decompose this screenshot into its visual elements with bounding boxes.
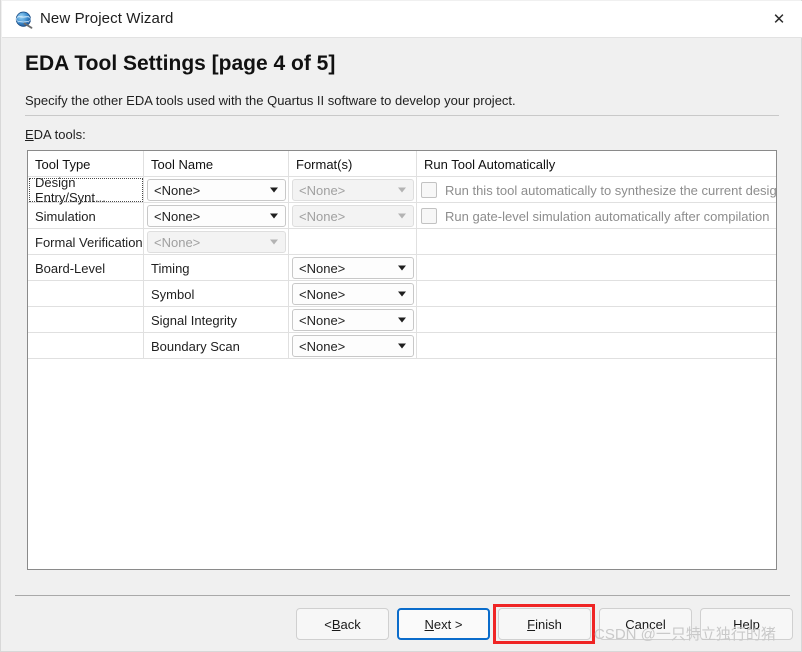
- table-row: Simulation <None> <None> Run gate-level sim…: [28, 203, 776, 229]
- chevron-down-icon: [398, 213, 406, 219]
- chevron-down-icon: [398, 291, 406, 297]
- title-bar: New Project Wizard ✕: [2, 1, 802, 38]
- chevron-down-icon: [270, 239, 278, 245]
- run-tool-automatically-label: Run gate-level simulation automatically …: [445, 208, 770, 224]
- tool-name-dropdown[interactable]: <None>: [147, 205, 286, 227]
- window-title: New Project Wizard: [40, 10, 174, 27]
- format-dropdown-value: <None>: [299, 286, 346, 302]
- cancel-button-label: Cancel: [625, 616, 666, 632]
- table-row: Boundary Scan <None>: [28, 333, 776, 359]
- page-description: Specify the other EDA tools used with th…: [25, 93, 516, 108]
- close-icon[interactable]: ✕: [756, 1, 802, 37]
- format-dropdown-value: <None>: [299, 182, 346, 198]
- next-button[interactable]: Next >: [397, 608, 490, 640]
- run-tool-automatically-checkbox-row: Run gate-level simulation automatically …: [421, 203, 769, 229]
- tool-name-dropdown-value: <None>: [154, 234, 201, 250]
- column-header-2: Tool Name: [144, 151, 289, 177]
- new-project-wizard-dialog: New Project Wizard ✕ EDA Tool Settings […: [0, 0, 802, 652]
- column-header-1: Tool Type: [28, 151, 144, 177]
- cell-tool-type[interactable]: Board-Level: [28, 255, 144, 281]
- back-button-label-mnemonic: B: [331, 616, 341, 632]
- column-header-3: Format(s): [289, 151, 417, 177]
- cell-tool-type[interactable]: Design Entry/Synt...: [28, 175, 144, 205]
- cell-tool-name[interactable]: Signal Integrity: [144, 307, 289, 333]
- format-dropdown[interactable]: <None>: [292, 257, 414, 279]
- tool-name-dropdown[interactable]: <None>: [147, 179, 286, 201]
- checkbox-icon: [421, 208, 437, 224]
- cell-tool-type[interactable]: [28, 307, 144, 333]
- run-tool-automatically-checkbox-row: Run this tool automatically to synthesiz…: [421, 177, 777, 203]
- next-button-label-mnemonic: N: [424, 616, 434, 632]
- table-row: Formal Verification <None>: [28, 229, 776, 255]
- eda-tools-label-rest: DA tools:: [33, 127, 86, 142]
- table-row: Board-Level Timing <None>: [28, 255, 776, 281]
- format-dropdown-value: <None>: [299, 208, 346, 224]
- finish-button-label-post: inish: [535, 616, 562, 632]
- chevron-down-icon: [398, 187, 406, 193]
- format-dropdown-value: <None>: [299, 338, 346, 354]
- table-row: Design Entry/Synt... <None> <None> Run this…: [28, 175, 777, 205]
- table-row: Signal Integrity <None>: [28, 307, 776, 333]
- chevron-down-icon: [398, 343, 406, 349]
- table-row: Symbol <None>: [28, 281, 776, 307]
- format-dropdown[interactable]: <None>: [292, 283, 414, 305]
- cancel-button[interactable]: Cancel: [599, 608, 692, 640]
- header-divider: [25, 115, 779, 116]
- chevron-down-icon: [270, 213, 278, 219]
- format-dropdown: <None>: [292, 205, 414, 227]
- tool-name-dropdown-value: <None>: [154, 182, 201, 198]
- chevron-down-icon: [398, 317, 406, 323]
- tool-name-dropdown: <None>: [147, 231, 286, 253]
- eda-tools-label-mnemonic: E: [25, 127, 34, 142]
- column-header-4: Run Tool Automatically: [424, 156, 556, 172]
- finish-button-label-mnemonic: F: [527, 616, 536, 632]
- chevron-down-icon: [270, 187, 278, 193]
- back-button-label-post: ack: [340, 616, 361, 632]
- format-dropdown[interactable]: <None>: [292, 335, 414, 357]
- help-button[interactable]: Help: [700, 608, 793, 640]
- cell-tool-type[interactable]: Simulation: [28, 203, 144, 229]
- cell-tool-name[interactable]: Boundary Scan: [144, 333, 289, 359]
- run-tool-automatically-label: Run this tool automatically to synthesiz…: [445, 182, 777, 198]
- page-title: EDA Tool Settings [page 4 of 5]: [25, 52, 336, 75]
- checkbox-icon: [421, 182, 437, 198]
- table-header-row: Tool Type Tool Name Format(s) Run Tool Auto…: [28, 151, 776, 177]
- cell-tool-type[interactable]: Formal Verification: [28, 229, 144, 255]
- back-button-label-pre: <: [324, 616, 332, 632]
- next-button-label-post: ext >: [433, 616, 463, 632]
- tool-name-dropdown-value: <None>: [154, 208, 201, 224]
- chevron-down-icon: [398, 265, 406, 271]
- quartus-globe-icon: [15, 11, 33, 29]
- help-button-label: Help: [733, 616, 760, 632]
- cell-tool-name[interactable]: Timing: [144, 255, 289, 281]
- format-dropdown-value: <None>: [299, 260, 346, 276]
- format-dropdown-value: <None>: [299, 312, 346, 328]
- cell-format: [289, 229, 417, 255]
- eda-tools-table: Tool Type Tool Name Format(s) Run Tool Auto…: [27, 150, 777, 570]
- finish-button[interactable]: Finish: [498, 608, 591, 640]
- cell-tool-name[interactable]: Symbol: [144, 281, 289, 307]
- format-dropdown[interactable]: <None>: [292, 309, 414, 331]
- footer-divider: [15, 595, 790, 596]
- back-button[interactable]: < Back: [296, 608, 389, 640]
- cell-tool-type[interactable]: [28, 333, 144, 359]
- eda-tools-label: EDA tools:: [25, 127, 86, 142]
- cell-tool-type[interactable]: [28, 281, 144, 307]
- format-dropdown: <None>: [292, 179, 414, 201]
